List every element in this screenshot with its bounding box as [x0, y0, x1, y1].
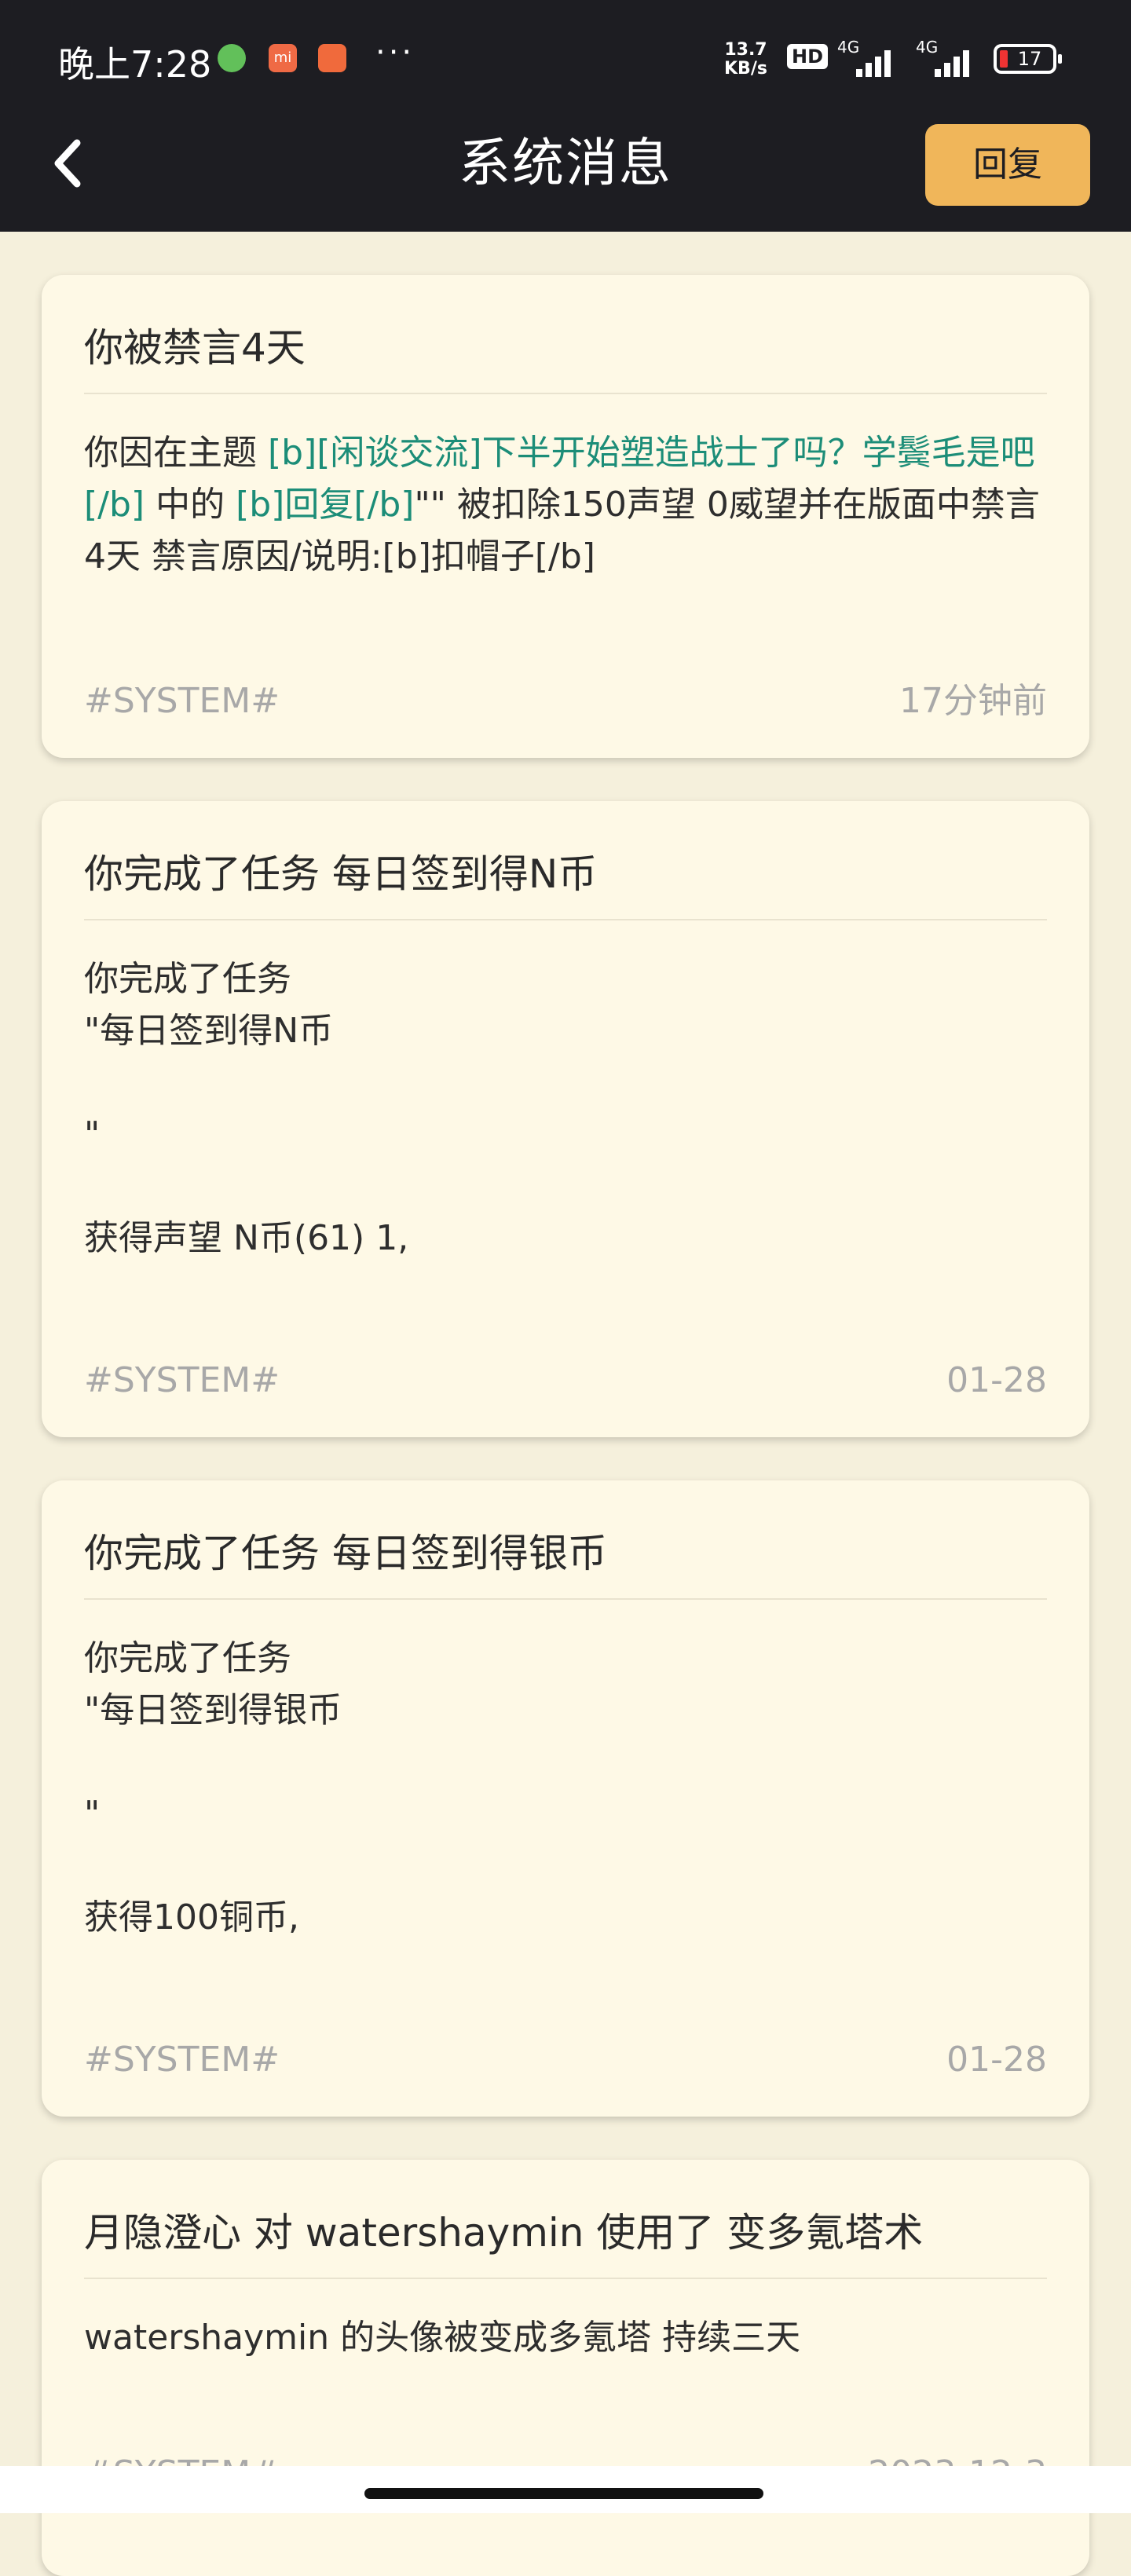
message-card[interactable]: 你被禁言4天 你因在主题 [b][闲谈交流]下半开始塑造战士了吗？学鬓毛是吧[/…	[42, 275, 1089, 758]
message-title: 你被禁言4天	[84, 325, 306, 371]
status-bar: 晚上7:28 mi ··· 13.7 KB/s HD 4G 4G 17	[0, 0, 1131, 118]
battery-icon: 17	[994, 44, 1062, 74]
message-card[interactable]: 你完成了任务 每日签到得银币 你完成了任务 "每日签到得银币 " 获得100铜币…	[42, 1480, 1089, 2117]
hd-voice-icon: HD	[787, 44, 829, 69]
reply-link[interactable]: [b]回复[/b]	[236, 485, 414, 525]
mi-store-icon: mi	[269, 44, 297, 72]
system-tag: #SYSTEM#	[84, 1360, 280, 1400]
message-text: 中的	[145, 485, 236, 525]
message-time: 01-28	[946, 1360, 1047, 1400]
wechat-icon	[218, 44, 246, 72]
battery-level: 17	[1017, 48, 1042, 70]
signal-icon	[856, 46, 903, 77]
more-notifications-icon: ···	[375, 35, 415, 71]
divider	[84, 393, 1047, 394]
message-body: 你因在主题 [b][闲谈交流]下半开始塑造战士了吗？学鬓毛是吧[/b] 中的 […	[84, 427, 1047, 583]
top-bar: 晚上7:28 mi ··· 13.7 KB/s HD 4G 4G 17 系统消息…	[0, 0, 1131, 232]
message-body: 你完成了任务 "每日签到得银币 " 获得100铜币,	[84, 1638, 342, 1937]
message-body: 你完成了任务 "每日签到得N币 " 获得声望 N币(61) 1,	[84, 959, 409, 1258]
message-card[interactable]: 你完成了任务 每日签到得N币 你完成了任务 "每日签到得N币 " 获得声望 N币…	[42, 801, 1089, 1437]
system-tag: #SYSTEM#	[84, 2040, 280, 2080]
message-card[interactable]: 月隐澄心 对 watershaymin 使用了 变多氪塔术 watershaym…	[42, 2160, 1089, 2576]
divider	[84, 2278, 1047, 2279]
network-speed: 13.7 KB/s	[724, 40, 767, 79]
signal-icon	[935, 46, 982, 77]
system-tag: #SYSTEM#	[84, 681, 280, 721]
message-footer: #SYSTEM# 17分钟前	[84, 678, 1047, 725]
message-body: watershaymin 的头像被变成多氪塔 持续三天	[84, 2318, 801, 2358]
divider	[84, 1598, 1047, 1600]
message-title: 你完成了任务 每日签到得N币	[84, 851, 598, 897]
shopping-bag-icon	[318, 44, 346, 72]
message-time: 01-28	[946, 2040, 1047, 2080]
message-text: 你因在主题	[84, 433, 268, 473]
message-title: 你完成了任务 每日签到得银币	[84, 1531, 607, 1576]
reply-button[interactable]: 回复	[925, 124, 1090, 206]
message-title: 月隐澄心 对 watershaymin 使用了 变多氪塔术	[84, 2210, 924, 2256]
home-indicator[interactable]	[364, 2488, 763, 2499]
message-time: 17分钟前	[899, 681, 1047, 721]
message-footer: #SYSTEM# 01-28	[84, 2036, 1047, 2084]
message-footer: #SYSTEM# 01-28	[84, 1357, 1047, 1404]
status-time: 晚上7:28	[58, 43, 212, 86]
divider	[84, 919, 1047, 920]
